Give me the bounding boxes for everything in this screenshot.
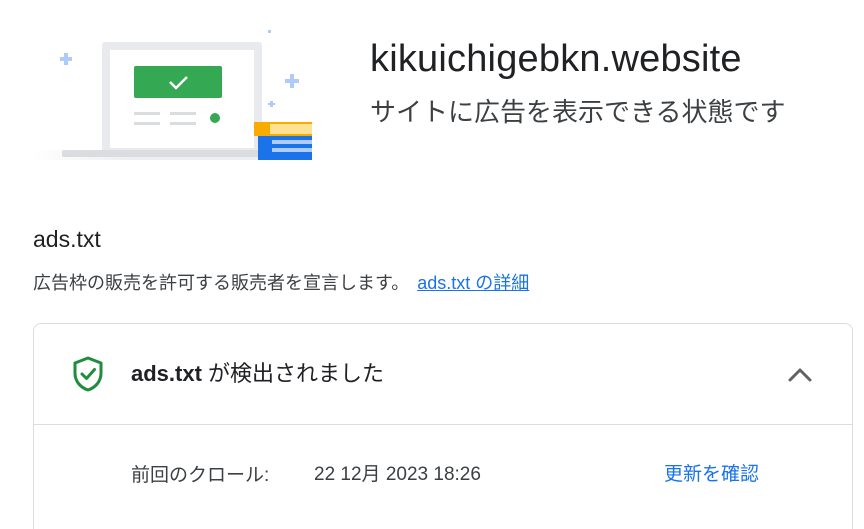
description-text: 広告枠の販売を許可する販売者を宣言します。 [33,273,410,293]
section-description: 広告枠の販売を許可する販売者を宣言します。 ads.txt の詳細 [33,270,529,296]
section-title: ads.txt [33,226,101,252]
card-header[interactable]: ads.txt が検出されました [34,324,852,425]
site-ready-illustration [32,30,312,160]
ads-txt-details-link[interactable]: ads.txt の詳細 [417,273,529,293]
card-title-text: が検出されました [201,361,385,386]
site-domain: kikuichigebkn.website [370,38,742,80]
page: kikuichigebkn.website サイトに広告を表示できる状態です a… [0,0,864,529]
chevron-up-icon[interactable] [786,362,814,386]
card-title: ads.txt が検出されました [131,358,384,390]
check-update-button[interactable]: 更新を確認 [664,462,759,488]
shield-check-icon [73,356,103,392]
last-crawl-label: 前回のクロール: [131,465,270,486]
last-crawl-value: 22 12月 2023 18:26 [314,464,481,485]
ads-txt-status-card: ads.txt が検出されました 前回のクロール: [33,323,853,529]
card-title-filename: ads.txt [131,361,202,386]
site-status-text: サイトに広告を表示できる状態です [370,97,786,127]
